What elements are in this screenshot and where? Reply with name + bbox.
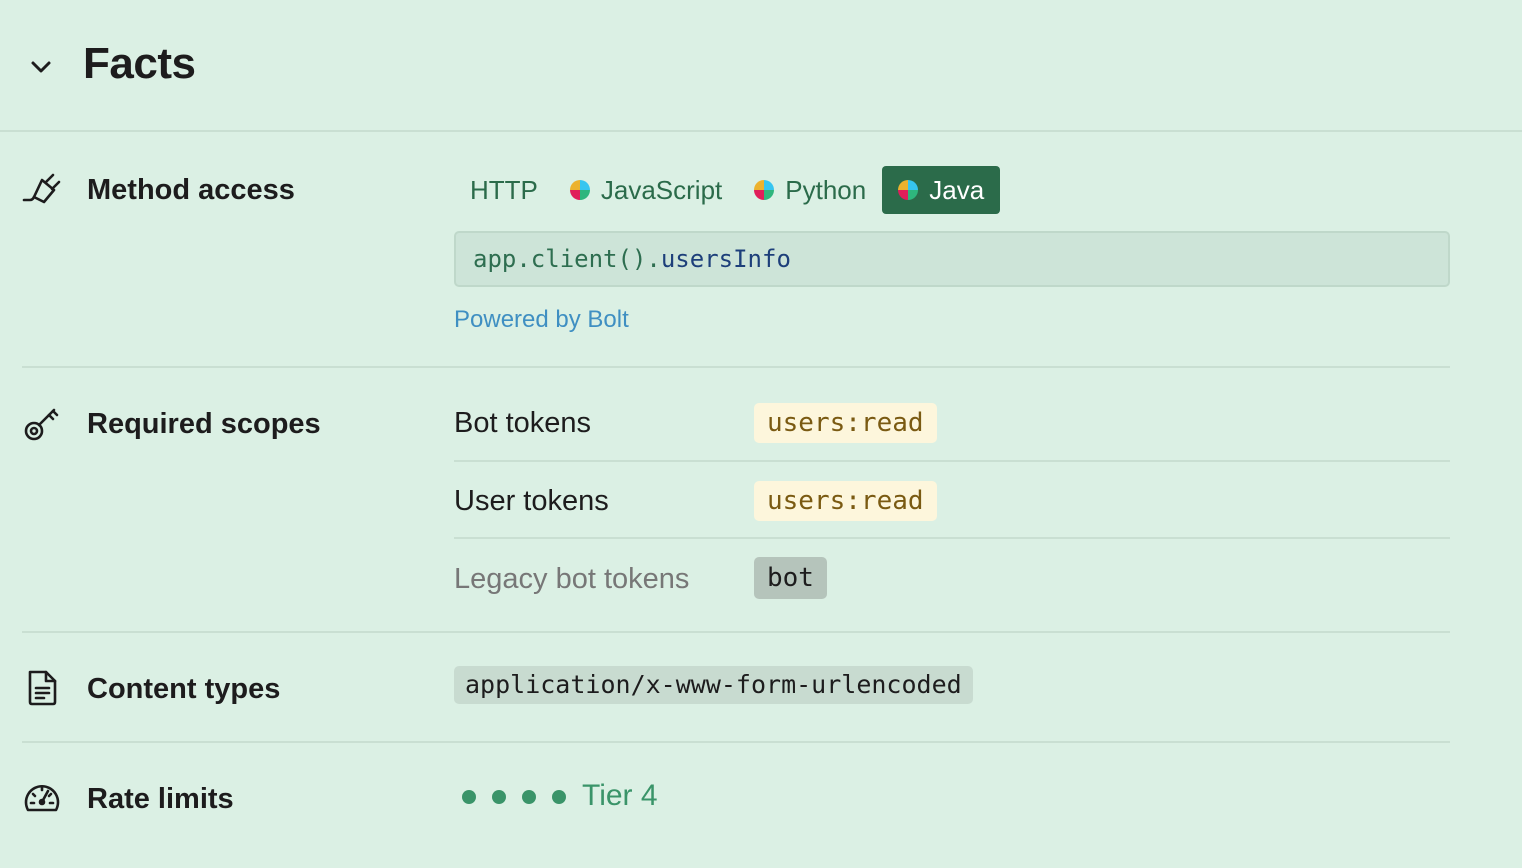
tab-label: Python — [785, 174, 867, 205]
scope-row-label: Bot tokens — [454, 407, 592, 439]
tab-label: JavaScript — [600, 174, 723, 205]
scope-row-label: Legacy bot tokens — [454, 563, 690, 595]
section-divider — [22, 631, 1450, 633]
tab-label: Java — [929, 174, 985, 205]
powered-by-bolt-link[interactable]: Powered by Bolt — [454, 304, 629, 336]
scope-badge[interactable]: users:read — [754, 403, 937, 443]
document-icon — [28, 670, 57, 706]
section-divider — [22, 741, 1450, 743]
code-prefix: app.client(). — [473, 245, 661, 273]
tab-label: HTTP — [470, 174, 538, 205]
tier-dot — [522, 790, 536, 804]
rate-limit-tier-link[interactable]: Tier 4 — [582, 776, 658, 816]
code-method: usersInfo — [660, 245, 791, 273]
tab-http[interactable]: HTTP — [454, 166, 554, 214]
page-title: Facts — [83, 39, 196, 88]
tab-javascript[interactable]: JavaScript — [554, 166, 738, 214]
speedometer-icon — [24, 784, 60, 812]
content-type-badge: application/x-www-form-urlencoded — [454, 666, 973, 704]
scope-badge[interactable]: bot — [754, 557, 827, 599]
content-types-label: Content types — [87, 673, 281, 705]
method-code-snippet[interactable]: app.client().usersInfo — [454, 231, 1450, 287]
tier-dot — [492, 790, 506, 804]
tier-dot — [552, 790, 566, 804]
tier-dot — [462, 790, 476, 804]
scope-badge[interactable]: users:read — [754, 481, 937, 521]
required-scopes-label: Required scopes — [87, 408, 321, 440]
scope-row-label: User tokens — [454, 485, 609, 517]
chevron-down-icon[interactable] — [24, 50, 58, 84]
tier-dots — [462, 790, 582, 804]
facts-header: Facts — [0, 0, 1522, 132]
slack-logo-icon — [569, 180, 590, 200]
language-tabs: HTTP JavaScript Python Java — [454, 166, 1001, 214]
rate-limits-label: Rate limits — [87, 783, 234, 815]
plug-icon — [22, 173, 61, 204]
scope-row-divider — [454, 460, 1450, 462]
section-divider — [22, 366, 1450, 368]
method-access-label: Method access — [87, 174, 295, 206]
slack-logo-icon — [898, 180, 919, 200]
tab-java[interactable]: Java — [882, 166, 1001, 214]
key-icon — [24, 408, 59, 441]
slack-logo-icon — [754, 180, 775, 200]
scope-row-divider — [454, 537, 1450, 539]
tab-python[interactable]: Python — [738, 166, 882, 214]
